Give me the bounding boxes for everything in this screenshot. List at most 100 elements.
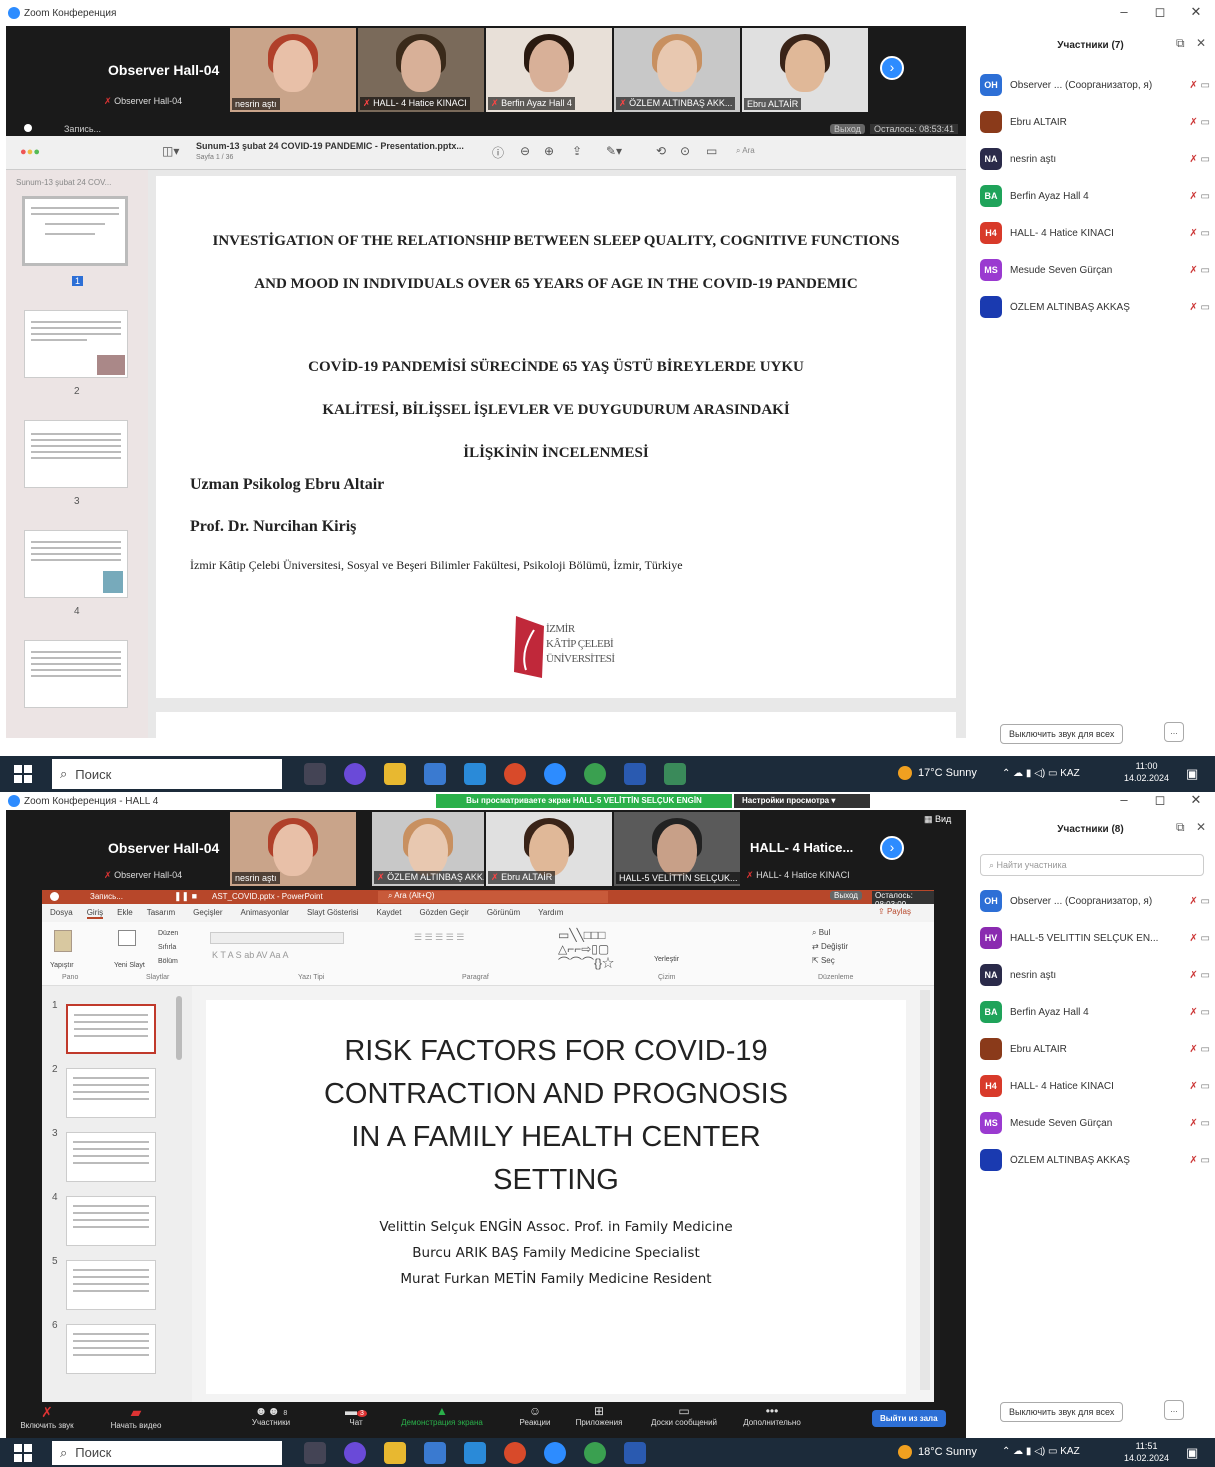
view-options-button[interactable]: Настройки просмотра ▾ (734, 794, 870, 808)
ribbon-tab[interactable]: Dosya (50, 908, 73, 919)
mic-muted-icon[interactable]: ✗ (1189, 117, 1200, 128)
camera-icon[interactable]: ▭ (1201, 1155, 1210, 1166)
find-button[interactable]: ⌕ Bul (812, 928, 830, 938)
thumbnail-3[interactable] (24, 420, 128, 488)
video-tile[interactable]: Ebru ALTAİR (742, 28, 868, 112)
video-tile[interactable]: ✗ Ebru ALTAİR (486, 812, 612, 886)
ribbon-tab[interactable]: Gözden Geçir (419, 908, 468, 919)
mute-all-button[interactable]: Выключить звук для всех (1000, 724, 1124, 744)
store-icon[interactable] (424, 763, 446, 785)
paste-button[interactable]: Yapıştır (50, 962, 74, 969)
app-icon[interactable] (344, 1441, 366, 1464)
camera-icon[interactable]: ▭ (1201, 80, 1210, 91)
file-explorer-icon[interactable] (384, 763, 406, 785)
arrange-button[interactable]: Yerleştir (654, 956, 679, 963)
mic-muted-icon[interactable]: ✗ (1189, 1118, 1200, 1129)
close-panel-icon[interactable]: ✕ (1196, 36, 1206, 50)
mic-muted-icon[interactable]: ✗ (1189, 191, 1200, 202)
slide-thumbnail[interactable] (66, 1260, 156, 1310)
mic-muted-icon[interactable]: ✗ (1189, 1081, 1200, 1092)
close-icon[interactable]: ✕ (1186, 4, 1206, 20)
participant-row[interactable]: H4 HALL- 4 Hatice KINACI ✗ ▭ (980, 218, 1210, 248)
system-tray[interactable]: ⌃ ☁ ▮ ◁) ▭ KAZ (1002, 768, 1080, 779)
video-tile[interactable]: ✗ ÖZLEM ALTINBAŞ AKK... (372, 812, 484, 886)
participant-row[interactable]: OH Observer ... (Соорганизатор, я) ✗ ▭ (980, 886, 1210, 916)
unmute-button[interactable]: ✗ Включить звук (12, 1404, 82, 1430)
mic-muted-icon[interactable]: ✗ (1189, 970, 1200, 981)
participant-row[interactable]: HV HALL-5 VELİTTİN SELÇUK EN... ✗ ▭ (980, 923, 1210, 953)
participant-row[interactable]: NA nesrin aştı ✗ ▭ (980, 960, 1210, 990)
more-options-button[interactable]: ... (1164, 1400, 1184, 1420)
replace-button[interactable]: ⇄ Değiştir (812, 942, 848, 951)
ribbon-tab[interactable]: Animasyonlar (241, 908, 289, 919)
camera-icon[interactable]: ▭ (1201, 1044, 1210, 1055)
close-icon[interactable]: ✕ (1186, 792, 1206, 808)
mic-muted-icon[interactable]: ✗ (1189, 228, 1200, 239)
share-ppt-button[interactable]: ⇪ Paylaş (878, 907, 911, 916)
word-icon[interactable] (624, 763, 646, 785)
participant-row[interactable]: OH Observer ... (Соорганизатор, я) ✗ ▭ (980, 70, 1210, 100)
font-box[interactable] (210, 932, 344, 944)
participant-row[interactable]: Ebru ALTAİR ✗ ▭ (980, 107, 1210, 137)
app-icon[interactable] (664, 763, 686, 785)
ribbon-tab[interactable]: Görünüm (487, 908, 520, 919)
video-tile[interactable]: ✗ Berfin Ayaz Hall 4 (486, 28, 612, 112)
participant-row[interactable]: Ebru ALTAİR ✗ ▭ (980, 1034, 1210, 1064)
ribbon-tab[interactable]: Ekle (117, 908, 133, 919)
paragraph-icons[interactable]: ☰ ☰ ☰ ☰ ☰ (414, 932, 464, 943)
whiteboards-button[interactable]: ▭ Доски сообщений (642, 1404, 726, 1427)
notification-icon[interactable]: ▣ (1186, 1445, 1198, 1461)
search-field[interactable]: ⌕ Ara (736, 146, 755, 156)
thumbnail-scrollbar[interactable] (176, 996, 182, 1060)
slide-thumbnail[interactable] (66, 1004, 156, 1054)
participant-row[interactable]: NA nesrin aştı ✗ ▭ (980, 144, 1210, 174)
participant-row[interactable]: ÖZLEM ALTINBAŞ AKKAŞ ✗ ▭ (980, 1145, 1210, 1175)
ribbon-tab[interactable]: Geçişler (193, 908, 222, 919)
section-button[interactable]: Bölüm (158, 958, 178, 965)
windows-start-icon[interactable] (14, 1443, 32, 1462)
font-format-icons[interactable]: K T A S ab AV Aa A (212, 950, 289, 960)
camera-icon[interactable]: ▭ (1201, 970, 1210, 981)
thumbnail-5[interactable] (24, 640, 128, 708)
more-button[interactable]: ••• Дополнительно (734, 1404, 810, 1427)
minimize-icon[interactable]: – (1114, 4, 1134, 19)
camera-icon[interactable]: ▭ (1201, 154, 1210, 165)
layout-button[interactable]: Düzen (158, 930, 178, 937)
participant-row[interactable]: MS Mesude Seven Gürçan ✗ ▭ (980, 1108, 1210, 1138)
exit-button[interactable]: Выход (830, 124, 865, 134)
chrome-icon[interactable] (504, 1441, 526, 1464)
weather-widget[interactable]: 18°C Sunny (898, 1445, 977, 1459)
participant-row[interactable]: MS Mesude Seven Gürçan ✗ ▭ (980, 255, 1210, 285)
camera-icon[interactable]: ▭ (1201, 228, 1210, 239)
ribbon-tab[interactable]: Giriş (86, 908, 104, 919)
slide-thumbnail[interactable] (66, 1068, 156, 1118)
notification-icon[interactable]: ▣ (1186, 766, 1198, 782)
word-icon[interactable] (624, 1441, 646, 1464)
close-panel-icon[interactable]: ✕ (1196, 820, 1206, 834)
camera-icon[interactable]: ▭ (1201, 1081, 1210, 1092)
zoom-out-icon[interactable]: ⊖ (520, 144, 530, 158)
pen-icon[interactable]: ✎▾ (606, 144, 622, 158)
video-tile[interactable]: ✗ HALL- 4 Hatice KINACI (358, 28, 484, 112)
mic-muted-icon[interactable]: ✗ (1189, 1044, 1200, 1055)
participant-row[interactable]: BA Berfin Ayaz Hall 4 ✗ ▭ (980, 997, 1210, 1027)
slide-thumbnail[interactable] (66, 1132, 156, 1182)
mute-all-button[interactable]: Выключить звук для всех (1000, 1402, 1124, 1422)
participant-row[interactable]: H4 HALL- 4 Hatice KINACI ✗ ▭ (980, 1071, 1210, 1101)
taskbar-clock[interactable]: 11:00 14.02.2024 (1124, 760, 1169, 784)
reactions-button[interactable]: ☺ Реакции (510, 1404, 560, 1427)
new-slide-button[interactable]: Yeni Slayt (114, 962, 145, 969)
popout-icon[interactable]: ⧉ (1176, 36, 1185, 51)
select-button[interactable]: ⇱ Seç (812, 956, 835, 965)
ribbon-tab[interactable]: Kaydet (377, 908, 402, 919)
share-icon[interactable]: ⇪ (572, 144, 582, 158)
minimize-icon[interactable]: – (1114, 792, 1134, 807)
chrome-icon[interactable] (584, 763, 606, 785)
taskbar-clock[interactable]: 11:51 14.02.2024 (1124, 1440, 1169, 1464)
ribbon-tab[interactable]: Tasarım (147, 908, 175, 919)
reset-button[interactable]: Sıfırla (158, 944, 176, 951)
mic-muted-icon[interactable]: ✗ (1189, 154, 1200, 165)
maximize-icon[interactable]: ◻ (1150, 4, 1170, 20)
next-page-button[interactable]: › (880, 836, 904, 860)
camera-icon[interactable]: ▭ (1201, 191, 1210, 202)
